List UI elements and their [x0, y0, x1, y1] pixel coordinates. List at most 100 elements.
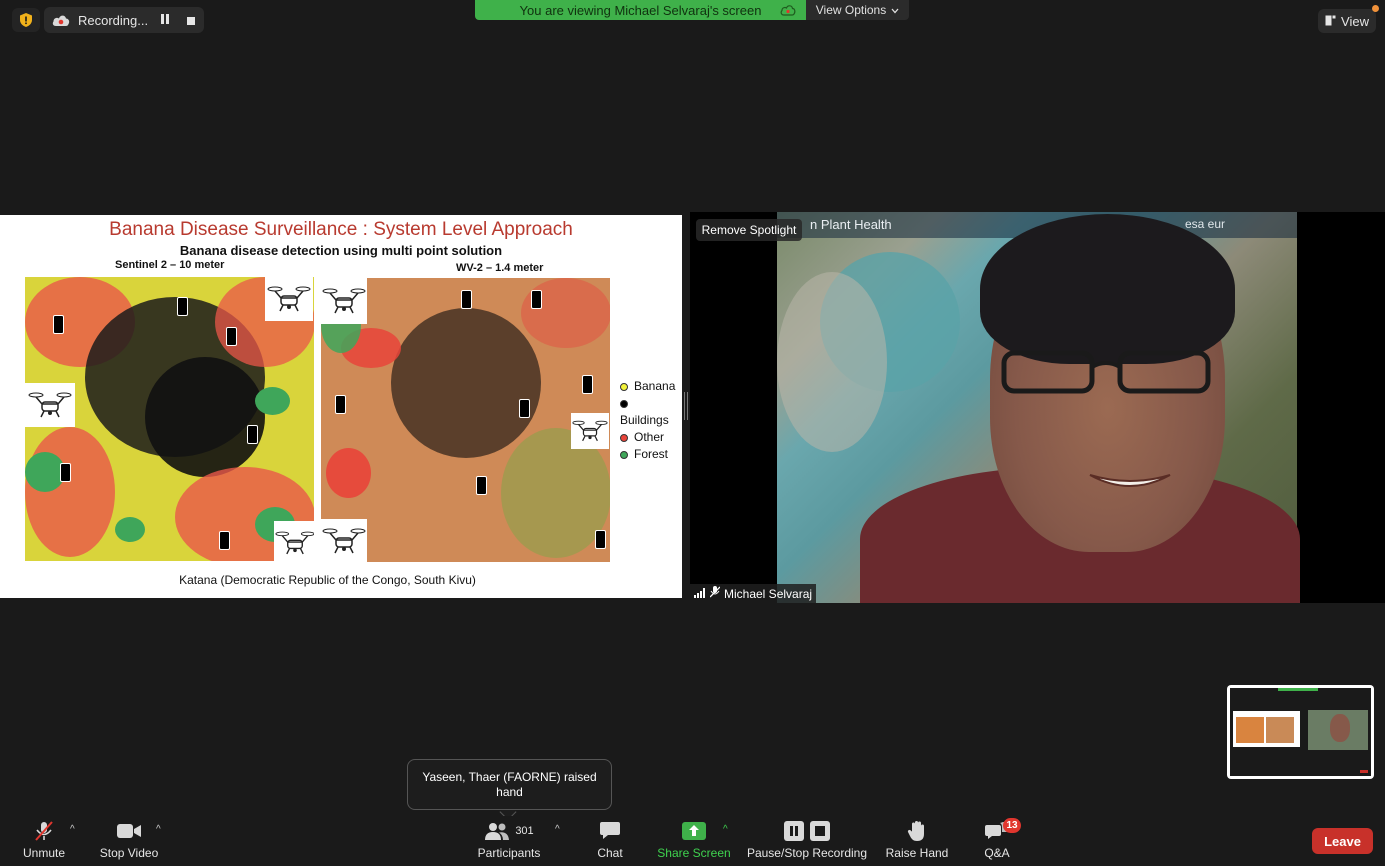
video-camera-icon — [117, 820, 141, 842]
thumbnail-map-left — [1236, 717, 1264, 743]
legend-swatch — [620, 399, 628, 408]
share-options-caret[interactable]: ^ — [723, 824, 728, 835]
recording-label: Recording... — [78, 12, 149, 28]
pause-stop-recording-label: Pause/Stop Recording — [746, 846, 868, 860]
unmute-button[interactable]: Unmute — [16, 816, 72, 866]
participants-button[interactable]: 301 Participants — [474, 816, 544, 866]
panel-resize-handle[interactable] — [684, 392, 688, 420]
muted-mic-icon — [709, 586, 721, 601]
thumbnail-map-right — [1266, 717, 1294, 743]
view-button[interactable]: View — [1318, 9, 1376, 33]
chat-label: Chat — [597, 846, 623, 860]
drone-icon — [265, 277, 313, 321]
unmute-label: Unmute — [22, 846, 66, 860]
thumbnail-leave-mark — [1360, 770, 1368, 773]
viewing-screen-text: You are viewing Michael Selvaraj's scree… — [519, 2, 762, 18]
drone-icon — [321, 278, 367, 324]
participants-icon: 301 — [484, 820, 534, 842]
wv2-map-image — [321, 278, 610, 562]
slide-caption: Katana (Democratic Republic of the Congo… — [179, 573, 476, 587]
phone-marker — [531, 290, 542, 309]
remove-spotlight-button[interactable]: Remove Spotlight — [696, 219, 802, 241]
notification-dot — [1372, 5, 1379, 12]
share-screen-label: Share Screen — [657, 846, 731, 860]
view-options-label: View Options — [815, 3, 887, 17]
phone-marker — [53, 315, 64, 334]
thumbnail-preview — [1230, 688, 1371, 776]
drone-icon — [274, 521, 314, 561]
right-map-label: WV-2 – 1.4 meter — [456, 262, 544, 274]
phone-marker — [247, 425, 258, 444]
view-options-dropdown[interactable]: View Options — [806, 0, 909, 20]
phone-marker — [177, 297, 188, 316]
legend-swatch — [620, 433, 628, 442]
speaker-video: n Plant Health esa eur — [690, 212, 1385, 603]
view-label: View — [1341, 13, 1369, 29]
thumbnail-banner — [1278, 688, 1318, 691]
thumbnail-slide — [1233, 711, 1300, 747]
raised-hand-notification: Yaseen, Thaer (FAORNE) raised hand — [407, 759, 612, 810]
raise-hand-icon — [907, 820, 927, 842]
background-title: n Plant Health — [810, 217, 892, 232]
participants-count: 301 — [515, 825, 534, 837]
participants-options-caret[interactable]: ^ — [555, 824, 560, 835]
video-options-caret[interactable]: ^ — [156, 824, 161, 835]
speaker-hair — [980, 214, 1235, 364]
stop-video-label: Stop Video — [99, 846, 159, 860]
legend-label: Other — [634, 430, 665, 444]
pause-stop-recording-button[interactable]: Pause/Stop Recording — [744, 816, 870, 866]
chat-bubble-icon — [599, 820, 621, 842]
pause-recording-icon[interactable] — [160, 13, 170, 28]
muted-mic-icon — [33, 820, 55, 842]
stop-video-button[interactable]: Stop Video — [96, 816, 162, 866]
left-map-label: Sentinel 2 – 10 meter — [115, 259, 225, 271]
self-view-thumbnail[interactable] — [1227, 685, 1374, 779]
cloud-icon — [780, 4, 796, 19]
chevron-down-icon — [891, 3, 899, 17]
drone-icon — [571, 413, 609, 449]
slide-subtitle: Banana disease detection using multi poi… — [179, 243, 503, 258]
phone-marker — [582, 375, 593, 394]
map-legend: Banana Buildings Other Forest — [620, 378, 682, 463]
raise-hand-button[interactable]: Raise Hand — [884, 816, 950, 866]
legend-label: Forest — [634, 447, 669, 461]
legend-item: Forest — [620, 446, 682, 463]
legend-item: Buildings — [620, 395, 682, 429]
cloud-recording-icon — [52, 14, 70, 26]
legend-swatch — [620, 450, 628, 459]
viewing-screen-banner: You are viewing Michael Selvaraj's scree… — [475, 0, 806, 20]
stop-recording-icon[interactable] — [186, 14, 196, 29]
share-screen-icon — [682, 820, 706, 842]
participant-name-tag: Michael Selvaraj — [690, 584, 816, 603]
signal-strength-icon — [694, 587, 706, 601]
drone-icon — [25, 383, 75, 427]
share-screen-button[interactable]: Share Screen — [654, 816, 734, 866]
qa-count-badge: 13 — [1003, 818, 1021, 833]
sentinel-map-image — [25, 277, 314, 561]
phone-marker — [519, 399, 530, 418]
audio-options-caret[interactable]: ^ — [70, 824, 75, 835]
legend-swatch — [620, 382, 628, 391]
drone-icon — [321, 519, 367, 562]
participants-label: Participants — [477, 846, 541, 860]
phone-marker — [226, 327, 237, 346]
phone-marker — [219, 531, 230, 550]
leave-button[interactable]: Leave — [1312, 828, 1373, 854]
speaker-smile — [1089, 474, 1171, 487]
raise-hand-label: Raise Hand — [885, 846, 949, 860]
legend-item: Banana — [620, 378, 682, 395]
city-area — [777, 272, 887, 452]
chat-button[interactable]: Chat — [590, 816, 630, 866]
recording-controls-icon — [784, 820, 830, 842]
phone-marker — [461, 290, 472, 309]
phone-marker — [595, 530, 606, 549]
slide-title: Banana Disease Surveillance : System Lev… — [109, 219, 573, 240]
thumbnail-face — [1330, 714, 1350, 742]
meeting-toolbar: Unmute ^ Stop Video ^ 301 Participants ^… — [0, 816, 1385, 866]
legend-label: Banana — [634, 379, 676, 393]
security-shield-icon[interactable] — [12, 8, 40, 32]
speaker-glasses — [1001, 350, 1211, 394]
phone-marker — [476, 476, 487, 495]
participant-name: Michael Selvaraj — [724, 586, 813, 601]
legend-label: Buildings — [620, 413, 669, 427]
